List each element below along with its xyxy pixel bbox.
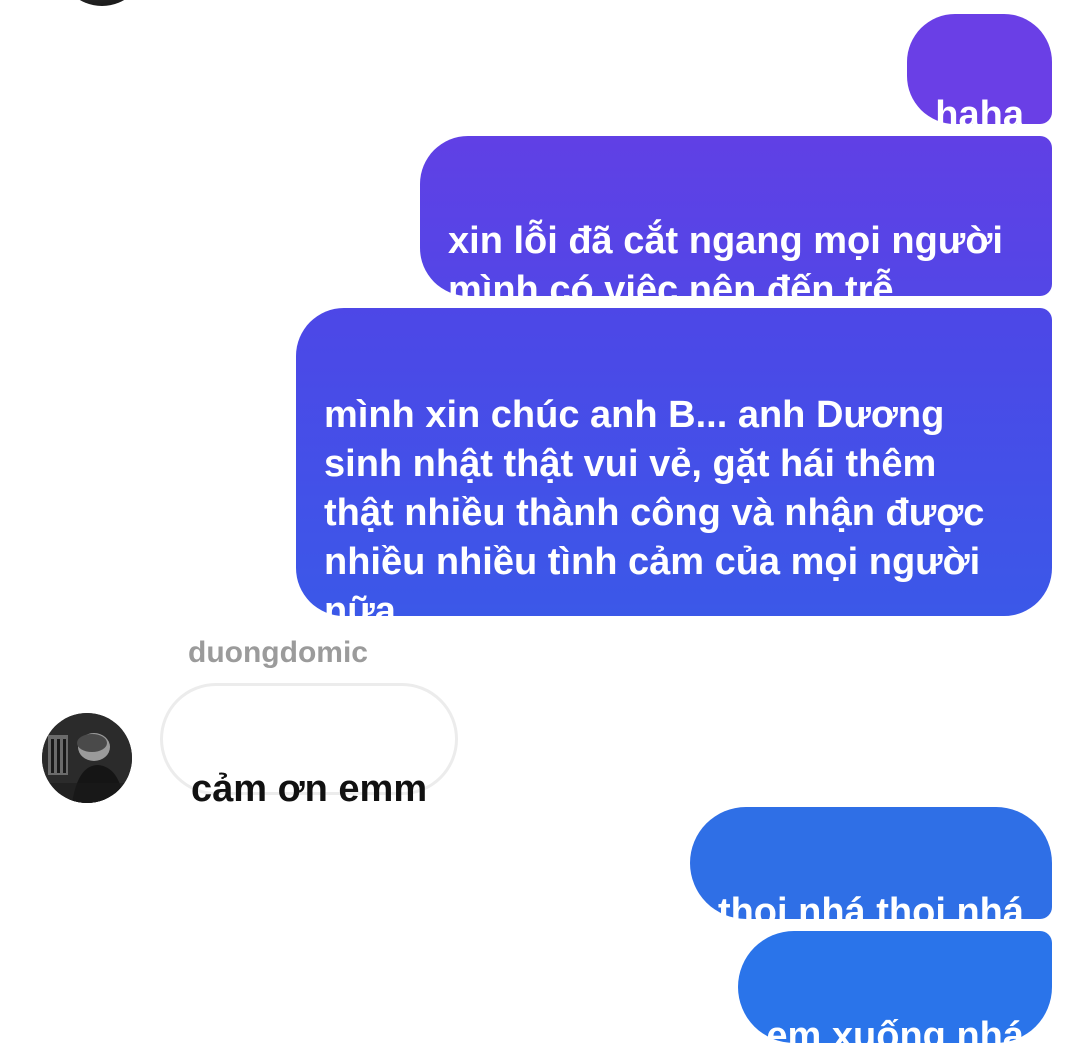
message-text: cảm ơn emm [191, 768, 428, 810]
message-text: mình xin chúc anh B... anh Dương sinh nh… [324, 394, 985, 632]
outgoing-message-bubble[interactable]: em xuống nhá [738, 931, 1052, 1057]
message-text: thoi nhá thoi nhá [717, 891, 1024, 933]
sender-name: duongdomic [188, 636, 368, 669]
incoming-message-bubble[interactable]: cảm ơn emm [160, 683, 459, 810]
avatar-photo-icon [42, 713, 132, 803]
outgoing-message-bubble[interactable]: thoi nhá thoi nhá [689, 807, 1052, 933]
chat-thread: haha xin lỗi đã cắt ngang mọi người mình… [0, 0, 1080, 1062]
outgoing-message-bubble[interactable]: mình xin chúc anh B... anh Dương sinh nh… [296, 308, 1052, 632]
outgoing-message-bubble[interactable]: xin lỗi đã cắt ngang mọi người mình có v… [420, 136, 1052, 311]
previous-sender-avatar[interactable] [58, 0, 146, 6]
sender-avatar[interactable] [42, 713, 132, 803]
message-text: xin lỗi đã cắt ngang mọi người mình có v… [448, 220, 1003, 311]
message-text: haha [935, 94, 1024, 136]
message-text: em xuống nhá [766, 1015, 1024, 1057]
outgoing-message-bubble[interactable]: haha [907, 14, 1052, 136]
